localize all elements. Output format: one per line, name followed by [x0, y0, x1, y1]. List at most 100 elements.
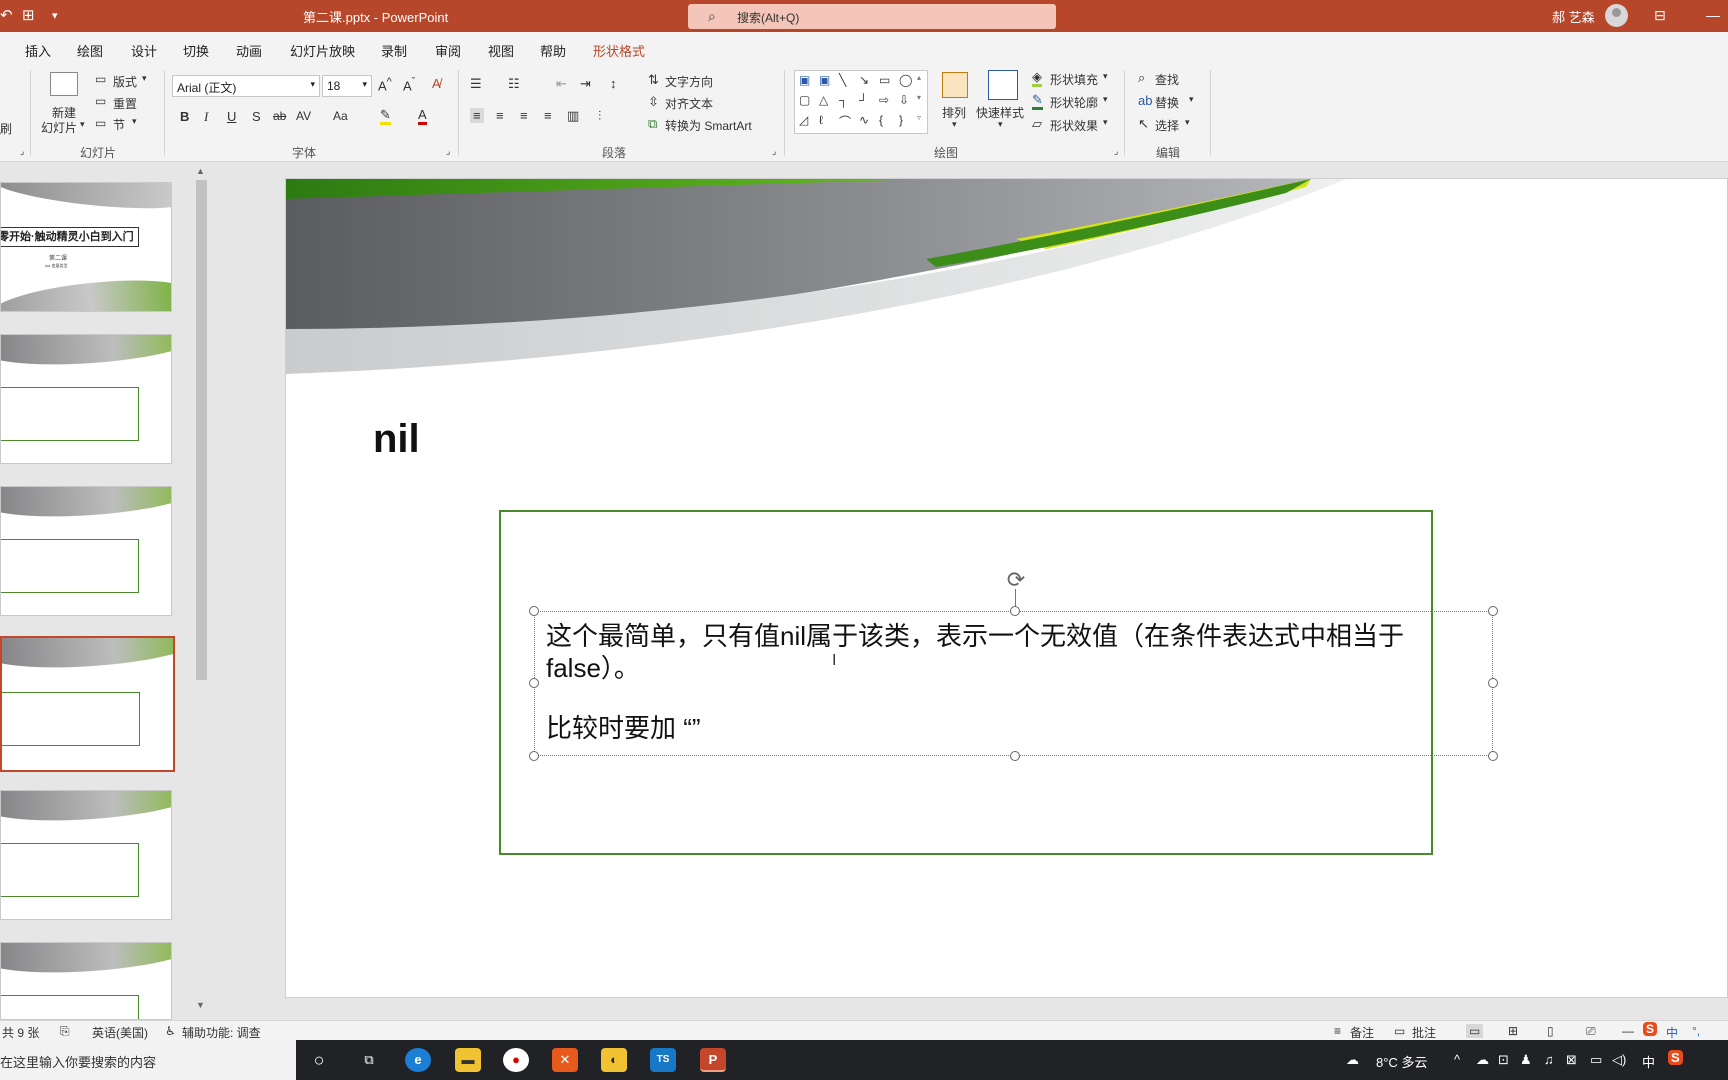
section-icon[interactable]: ▭: [95, 116, 106, 130]
slide-canvas[interactable]: nil ⟳ 这个最简单，只有值nil属于该类，表示一个无效值（在条件表达式中相当…: [285, 178, 1728, 998]
drawing-launcher-icon[interactable]: ⌟: [1114, 146, 1118, 157]
search-box[interactable]: ⌕ 搜索(Alt+Q): [688, 4, 1056, 29]
ime-mode-indicator[interactable]: 中: [1666, 1024, 1678, 1041]
shape-outline-icon[interactable]: ✎: [1032, 93, 1043, 110]
line-shape-icon[interactable]: ╲: [839, 73, 846, 87]
taskbar-search-box[interactable]: 在这里输入你要搜索的内容: [0, 1040, 296, 1080]
arc-shape-icon[interactable]: ⌒: [839, 113, 851, 130]
app-x-icon[interactable]: ✕: [552, 1048, 578, 1072]
resize-handle-right[interactable]: [1488, 678, 1498, 688]
text-direction-small-icon[interactable]: ⫶: [598, 108, 601, 124]
arrow-line-shape-icon[interactable]: ↘: [859, 73, 869, 87]
text-direction-button[interactable]: 文字方向: [665, 73, 713, 90]
shrink-font-icon[interactable]: Aˇ: [403, 76, 415, 93]
tab-shape-format[interactable]: 形状格式: [593, 41, 645, 60]
powerpoint-taskbar-icon[interactable]: P: [700, 1048, 726, 1072]
customize-qat-icon[interactable]: ▾: [52, 9, 58, 22]
arrange-icon[interactable]: [942, 72, 968, 98]
shape-fill-icon[interactable]: ◈: [1032, 70, 1042, 87]
tab-slideshow[interactable]: 幻灯片放映: [290, 41, 355, 60]
chevron-down-icon[interactable]: ▾: [998, 119, 1003, 130]
slide-thumbnail-2[interactable]: [0, 334, 172, 464]
slide-thumbnail-6[interactable]: [0, 942, 172, 1020]
tray-app-icon[interactable]: ⊡: [1498, 1052, 1509, 1068]
tab-help[interactable]: 帮助: [540, 41, 566, 60]
highlight-icon[interactable]: ✎: [380, 108, 391, 125]
spellcheck-icon[interactable]: ⎘: [60, 1024, 70, 1039]
italic-button[interactable]: I: [204, 109, 208, 125]
find-icon[interactable]: ⌕: [1138, 70, 1145, 86]
chevron-down-icon[interactable]: ▾: [1103, 117, 1108, 128]
layout-icon[interactable]: ▭: [95, 72, 106, 86]
chevron-down-icon[interactable]: ▾: [1103, 71, 1108, 82]
change-case-button[interactable]: Aa: [333, 109, 348, 123]
replace-icon[interactable]: ab: [1138, 93, 1152, 108]
format-painter-label[interactable]: 刷: [0, 120, 12, 137]
gallery-more-icon[interactable]: ▿: [917, 113, 921, 122]
right-arrow-shape-icon[interactable]: ⇨: [879, 93, 889, 107]
align-text-button[interactable]: 对齐文本: [665, 95, 713, 112]
slide-sorter-icon[interactable]: ⊞: [1508, 1024, 1518, 1038]
thumbnails-scrollbar[interactable]: ▲ ▼: [194, 166, 208, 1012]
align-left-icon[interactable]: ≡: [470, 108, 484, 123]
font-launcher-icon[interactable]: ⌟: [446, 146, 450, 157]
undo-icon[interactable]: ↶: [0, 6, 13, 24]
present-icon[interactable]: ⊞: [22, 6, 35, 24]
volume-icon[interactable]: ◁): [1612, 1052, 1626, 1068]
smartart-icon[interactable]: ⧉: [648, 116, 657, 132]
shadow-button[interactable]: S: [252, 109, 261, 124]
line-spacing-icon[interactable]: ↕: [610, 76, 617, 91]
rounded-rect-shape-icon[interactable]: ▢: [799, 93, 810, 107]
tray-app-2-icon[interactable]: ♟: [1520, 1052, 1532, 1068]
chevron-down-icon[interactable]: ▾: [1189, 94, 1194, 105]
freeform-shape-icon[interactable]: ◿: [799, 113, 808, 127]
app-chat-icon[interactable]: ◐: [601, 1048, 627, 1072]
font-color-icon[interactable]: A: [418, 108, 427, 125]
tab-record[interactable]: 录制: [381, 41, 407, 60]
slide-thumbnail-1[interactable]: 零开始·触动精灵小白到入门 第二课 lua 变量类型: [0, 182, 172, 312]
chevron-down-icon[interactable]: ▾: [1103, 94, 1108, 105]
chevron-down-icon[interactable]: ▾: [142, 73, 147, 84]
normal-view-icon[interactable]: ▭: [1466, 1024, 1484, 1038]
resize-handle-bottom-right[interactable]: [1488, 751, 1498, 761]
tab-draw[interactable]: 绘图: [77, 41, 103, 60]
quick-styles-icon[interactable]: [988, 70, 1018, 100]
zoom-out-icon[interactable]: —: [1622, 1024, 1634, 1038]
microphone-icon[interactable]: ♫: [1544, 1052, 1554, 1067]
notes-button[interactable]: 备注: [1350, 1024, 1374, 1041]
file-explorer-icon[interactable]: ▬: [455, 1048, 481, 1072]
columns-icon[interactable]: ▥: [567, 108, 579, 124]
shapes-gallery[interactable]: ▣ ▣ ╲ ↘ ▭ ◯ ▢ △ ┐ ┘ ⇨ ⇩ ◿ ℓ ⌒ ∿ { } ▴ ▾ …: [794, 70, 928, 134]
layout-button[interactable]: 版式: [113, 73, 137, 90]
select-icon[interactable]: ↖: [1138, 116, 1149, 132]
weather-icon[interactable]: ☁: [1346, 1052, 1359, 1068]
align-right-icon[interactable]: ≡: [520, 108, 528, 123]
justify-icon[interactable]: ≡: [544, 108, 552, 123]
triangle-shape-icon[interactable]: △: [819, 93, 828, 107]
chevron-down-icon[interactable]: ▾: [952, 119, 957, 130]
bold-button[interactable]: B: [180, 109, 189, 124]
grow-font-icon[interactable]: A^: [378, 76, 392, 93]
slideshow-view-icon[interactable]: ⎚: [1586, 1024, 1596, 1039]
taskbar-ime-indicator[interactable]: 中: [1642, 1052, 1655, 1071]
shape-outline-button[interactable]: 形状轮廓: [1050, 94, 1098, 111]
sogou-tray-icon[interactable]: S: [1668, 1050, 1683, 1065]
body-text-line-3[interactable]: 比较时要加 “”: [546, 708, 701, 745]
notes-icon[interactable]: ≡: [1334, 1024, 1341, 1038]
brace-right-shape-icon[interactable]: }: [899, 113, 903, 127]
resize-handle-top-left[interactable]: [529, 606, 539, 616]
scribble-shape-icon[interactable]: ℓ: [819, 113, 823, 127]
connector-shape-icon[interactable]: ┐: [839, 93, 848, 107]
scroll-down-icon[interactable]: ▼: [196, 1000, 205, 1010]
tray-app-3-icon[interactable]: ⊠: [1566, 1052, 1577, 1068]
resize-handle-top[interactable]: [1010, 606, 1020, 616]
ribbon-display-icon[interactable]: ⊟: [1654, 7, 1666, 24]
network-icon[interactable]: ▭: [1590, 1052, 1602, 1068]
body-textbox[interactable]: 这个最简单，只有值nil属于该类，表示一个无效值（在条件表达式中相当于 fals…: [534, 611, 1493, 756]
slide-title[interactable]: nil: [373, 417, 420, 462]
align-center-icon[interactable]: ≡: [496, 108, 504, 123]
reset-icon[interactable]: ▭: [95, 94, 106, 108]
minimize-icon[interactable]: —: [1706, 7, 1720, 23]
rectangle-shape-icon[interactable]: ▭: [879, 73, 890, 87]
avatar[interactable]: [1605, 4, 1628, 27]
